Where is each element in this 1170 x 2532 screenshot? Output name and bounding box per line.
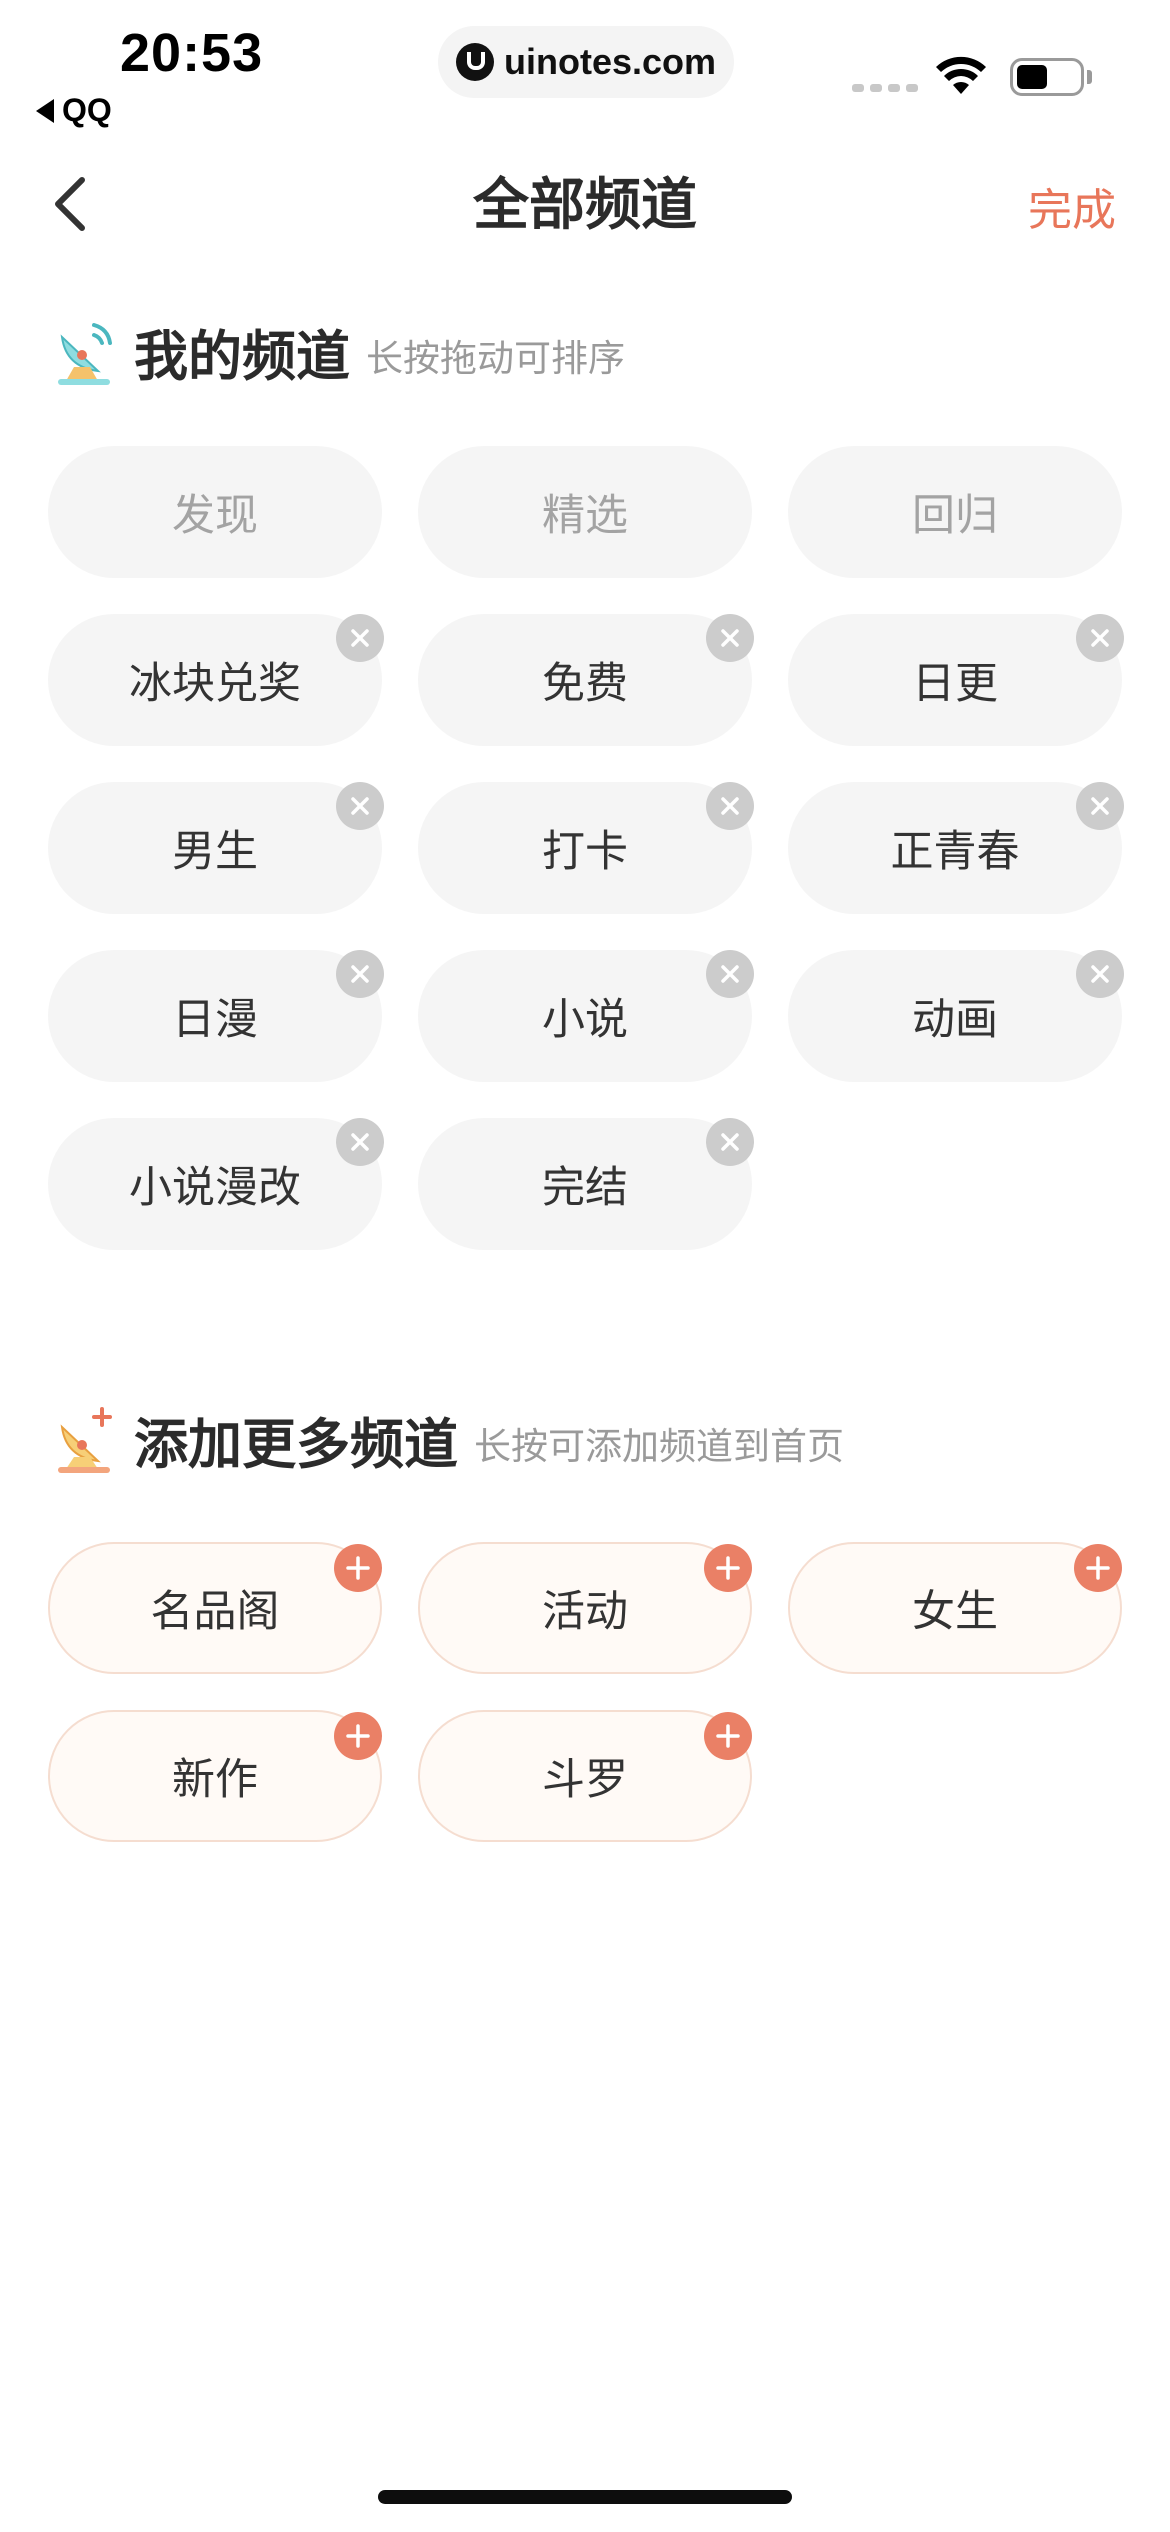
channel-chip-fixed[interactable]: 回归 [788,446,1122,578]
channel-label: 免费 [542,659,628,709]
channel-label: 日更 [912,659,998,709]
back-app-label: QQ [62,92,112,128]
my-channels-header: 我的频道 长按拖动可排序 [52,312,625,391]
add-channel-chip[interactable]: 斗罗 [418,1710,752,1842]
channel-label: 发现 [172,491,258,541]
close-icon[interactable] [706,782,754,830]
wifi-icon [936,56,986,94]
plus-icon[interactable] [334,1712,382,1760]
close-icon[interactable] [336,950,384,998]
channel-label: 新作 [172,1755,258,1805]
channel-label: 正青春 [890,827,1020,877]
channel-chip[interactable]: 完结 [418,1118,754,1250]
channel-chip-fixed[interactable]: 精选 [418,446,752,578]
channel-chip[interactable]: 免费 [418,614,754,746]
close-icon[interactable] [1076,614,1124,662]
battery-tip [1087,70,1092,84]
channel-label: 女生 [912,1587,998,1637]
my-channels-grid: 发现 精选 回归 冰块兑奖 免费 日更 男生 打卡 正青春 日漫 小说 动画 小… [48,446,1124,1250]
channel-chip-fixed[interactable]: 发现 [48,446,382,578]
plus-icon[interactable] [704,1544,752,1592]
close-icon[interactable] [1076,950,1124,998]
more-channels-header: 添加更多频道 长按可添加频道到首页 [52,1400,844,1479]
channel-label: 小说 [542,995,628,1045]
channel-label: 男生 [172,827,258,877]
cellular-signal-icon [852,84,918,92]
add-channel-chip[interactable]: 新作 [48,1710,382,1842]
more-channels-grid: 名品阁 活动 女生 新作 斗罗 [48,1542,1122,1842]
channel-label: 动画 [912,995,998,1045]
channel-label: 冰块兑奖 [129,659,301,709]
close-icon[interactable] [706,1118,754,1166]
close-icon[interactable] [706,614,754,662]
plus-icon[interactable] [704,1712,752,1760]
close-icon[interactable] [1076,782,1124,830]
add-channel-chip[interactable]: 女生 [788,1542,1122,1674]
channel-chip[interactable]: 男生 [48,782,384,914]
channel-label: 日漫 [172,995,258,1045]
status-time: 20:53 [120,23,264,83]
channel-chip[interactable]: 打卡 [418,782,754,914]
channel-chip[interactable]: 日漫 [48,950,384,1082]
page-title: 全部频道 [473,173,697,238]
channel-label: 活动 [542,1587,628,1637]
channel-chip[interactable]: 小说 [418,950,754,1082]
channel-label: 斗罗 [542,1755,628,1805]
channel-chip[interactable]: 小说漫改 [48,1118,384,1250]
channel-chip[interactable]: 冰块兑奖 [48,614,384,746]
close-icon[interactable] [336,1118,384,1166]
channel-label: 精选 [542,491,628,541]
close-icon[interactable] [706,950,754,998]
plus-icon[interactable] [334,1544,382,1592]
done-button[interactable]: 完成 [1028,174,1116,238]
home-indicator[interactable] [378,2490,792,2504]
satellite-dish-sparkle-icon [58,1406,112,1473]
channel-label: 小说漫改 [129,1163,301,1213]
url-label: uinotes.com [503,41,717,82]
channel-label: 完结 [542,1163,628,1213]
url-pill[interactable]: uinotes.com [438,26,734,98]
close-icon[interactable] [336,782,384,830]
my-channels-hint: 长按拖动可排序 [366,336,625,380]
channel-label: 回归 [912,491,998,541]
channel-chip[interactable]: 日更 [788,614,1124,746]
satellite-dish-icon [58,322,112,385]
battery-icon [1010,58,1084,96]
channel-label: 名品阁 [150,1587,280,1637]
add-channel-chip[interactable]: 名品阁 [48,1542,382,1674]
plus-icon[interactable] [1074,1544,1122,1592]
channel-chip[interactable]: 正青春 [788,782,1124,914]
more-channels-title: 添加更多频道 [134,1413,458,1476]
more-channels-hint: 长按可添加频道到首页 [474,1424,844,1468]
channel-chip[interactable]: 动画 [788,950,1124,1082]
back-triangle-icon [36,98,54,123]
channel-label: 打卡 [542,827,628,877]
my-channels-title: 我的频道 [134,325,350,388]
add-channel-chip[interactable]: 活动 [418,1542,752,1674]
back-to-app-link[interactable]: QQ [36,92,112,129]
site-logo-icon [455,43,494,81]
close-icon[interactable] [336,614,384,662]
